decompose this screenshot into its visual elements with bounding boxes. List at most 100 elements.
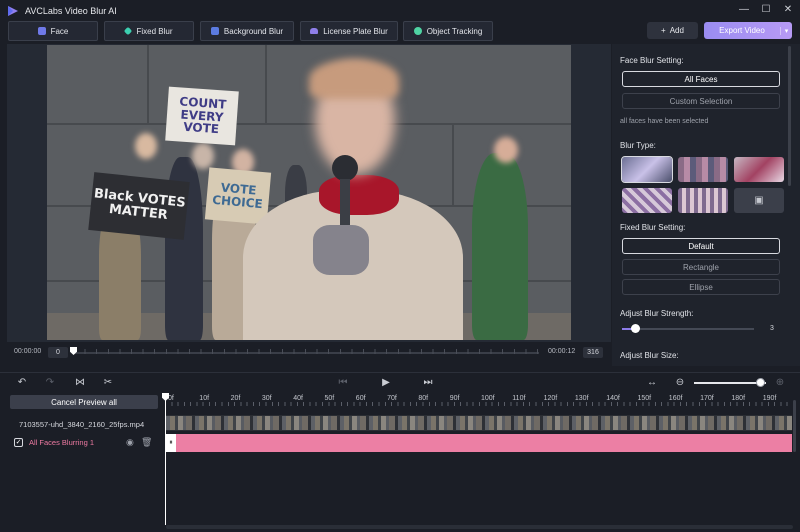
- undo-icon[interactable]: ↶: [16, 377, 28, 389]
- ruler-label: 80f: [418, 395, 429, 402]
- video-frame[interactable]: COUNT EVERY VOTE Black VOTES MATTER VOTE…: [47, 45, 571, 340]
- video-file-name: 7103557-uhd_3840_2160_25fps.mp4: [19, 420, 145, 429]
- cancel-preview-all-button[interactable]: Cancel Preview all: [10, 395, 158, 409]
- mode-toolbar: Face Fixed Blur Background Blur License …: [0, 21, 800, 43]
- zoom-in-icon[interactable]: ⊕: [774, 377, 786, 389]
- car-icon: [310, 28, 319, 34]
- blur-strength-value: 3: [770, 325, 774, 332]
- all-faces-note: all faces have been selected: [620, 118, 709, 125]
- ruler-label: 40f: [293, 395, 303, 402]
- fixed-blur-icon: [124, 26, 133, 36]
- timeline-horizontal-scrollbar[interactable]: [166, 525, 793, 529]
- default-shape-button[interactable]: Default: [622, 238, 780, 254]
- tab-fixed-blur[interactable]: Fixed Blur: [104, 21, 194, 41]
- scrub-ticks: [73, 349, 539, 354]
- tab-object-tracking-label: Object Tracking: [426, 26, 483, 36]
- ruler-label: 90f: [449, 395, 460, 402]
- ruler-label: 140f: [606, 395, 620, 402]
- tab-face[interactable]: Face: [8, 21, 98, 41]
- sign-black-votes-matter: Black VOTES MATTER: [88, 172, 190, 240]
- add-image-icon[interactable]: ▣: [734, 188, 784, 213]
- export-video-button[interactable]: Export Video ▾: [704, 22, 792, 39]
- timeline-zoom-handle[interactable]: [756, 378, 766, 387]
- blur-track-row[interactable]: ✓ All Faces Blurring 1 ◉ 🗑: [10, 436, 158, 450]
- settings-panel: Face Blur Setting: All Faces Custom Sele…: [612, 44, 800, 366]
- minimize-button[interactable]: —: [736, 3, 752, 17]
- add-button-label: Add: [669, 26, 684, 35]
- playback-scrubber: 00:00:00 0 00:00:12 316: [7, 345, 611, 361]
- export-dropdown-icon[interactable]: ▾: [780, 26, 792, 35]
- current-time: 00:00:00: [14, 348, 42, 355]
- tab-license-plate-label: License Plate Blur: [323, 26, 388, 36]
- all-faces-button[interactable]: All Faces: [622, 71, 780, 87]
- ruler-label: 170f: [700, 395, 714, 402]
- split-icon[interactable]: ⋈: [74, 377, 86, 389]
- timeline[interactable]: 0f 10f 20f 30f 40f 50f 60f 70f 80f 90f 100f 110f 120…: [165, 393, 792, 532]
- timeline-zoom-slider[interactable]: [694, 382, 766, 384]
- blur-size-label: Adjust Blur Size:: [620, 351, 679, 360]
- fixed-blur-setting-label: Fixed Blur Setting:: [620, 223, 686, 232]
- microphone: [332, 155, 358, 181]
- sign-vote-choice: VOTE CHOICE: [204, 167, 272, 225]
- wall-seam: [452, 125, 454, 205]
- end-frame[interactable]: 316: [583, 347, 603, 358]
- app-title: AVCLabs Video Blur AI: [25, 6, 117, 16]
- rectangle-shape-button[interactable]: Rectangle: [622, 259, 780, 275]
- ruler-label: 110f: [512, 395, 526, 402]
- blurred-face: [192, 143, 214, 169]
- settings-scrollbar[interactable]: [788, 46, 791, 186]
- blur-type-smudge[interactable]: [734, 157, 784, 182]
- face-icon: [37, 27, 46, 35]
- reporter-hair: [309, 59, 399, 99]
- wall-seam: [147, 45, 149, 123]
- blur-type-gaussian[interactable]: [621, 156, 673, 183]
- track-checkbox[interactable]: ✓: [14, 438, 23, 447]
- timeline-vertical-scrollbar[interactable]: [793, 400, 796, 452]
- reporter-glove: [313, 225, 369, 275]
- blur-type-pixel[interactable]: [678, 188, 728, 213]
- play-icon[interactable]: ▶: [380, 377, 392, 389]
- blur-type-label: Blur Type:: [620, 141, 656, 150]
- blur-strength-slider[interactable]: [622, 328, 754, 330]
- track-list: Cancel Preview all 7103557-uhd_3840_2160…: [0, 393, 165, 532]
- ruler-label: 50f: [324, 395, 335, 402]
- video-thumbnail-strip[interactable]: [166, 415, 792, 431]
- next-frame-icon[interactable]: ⏭: [422, 377, 434, 389]
- blur-track-name: All Faces Blurring 1: [29, 438, 95, 447]
- tab-license-plate-blur[interactable]: License Plate Blur: [300, 21, 398, 41]
- close-button[interactable]: ✕: [780, 3, 796, 17]
- fit-timeline-icon[interactable]: ↔: [646, 377, 658, 389]
- blur-track-bar[interactable]: [166, 434, 792, 452]
- protester-right: [472, 153, 528, 340]
- current-frame[interactable]: 0: [48, 347, 68, 358]
- ruler-label: 120f: [543, 395, 558, 402]
- cut-icon[interactable]: ✂: [102, 377, 114, 389]
- tab-background-blur[interactable]: Background Blur: [200, 21, 294, 41]
- blur-strength-handle[interactable]: [631, 324, 641, 333]
- blur-type-mosaic[interactable]: [678, 157, 728, 182]
- blur-track-start-handle[interactable]: ⏸: [166, 434, 176, 452]
- redo-icon[interactable]: ↷: [44, 377, 56, 389]
- trash-icon[interactable]: 🗑: [141, 437, 152, 448]
- plus-icon: +: [661, 26, 666, 35]
- add-button[interactable]: + Add: [647, 22, 698, 39]
- ruler-label: 60f: [355, 395, 366, 402]
- ruler-ticks: [165, 402, 792, 406]
- ruler-label: 160f: [668, 395, 683, 402]
- ellipse-shape-button[interactable]: Ellipse: [622, 279, 780, 295]
- ruler-label: 150f: [637, 395, 652, 402]
- face-blur-setting-label: Face Blur Setting:: [620, 56, 684, 65]
- tab-face-label: Face: [50, 26, 69, 36]
- maximize-button[interactable]: ☐: [758, 3, 774, 17]
- custom-selection-button[interactable]: Custom Selection: [622, 93, 780, 109]
- blur-type-lines[interactable]: [622, 188, 672, 213]
- wall-seam: [265, 45, 267, 123]
- tab-fixed-blur-label: Fixed Blur: [136, 26, 173, 36]
- tab-object-tracking[interactable]: Object Tracking: [403, 21, 493, 41]
- tab-background-blur-label: Background Blur: [223, 26, 284, 36]
- eye-icon[interactable]: ◉: [126, 437, 134, 448]
- zoom-out-icon[interactable]: ⊖: [674, 377, 686, 389]
- blurred-face: [494, 137, 518, 163]
- previous-frame-icon[interactable]: ⏮: [337, 377, 349, 389]
- red-scarf: [319, 175, 399, 215]
